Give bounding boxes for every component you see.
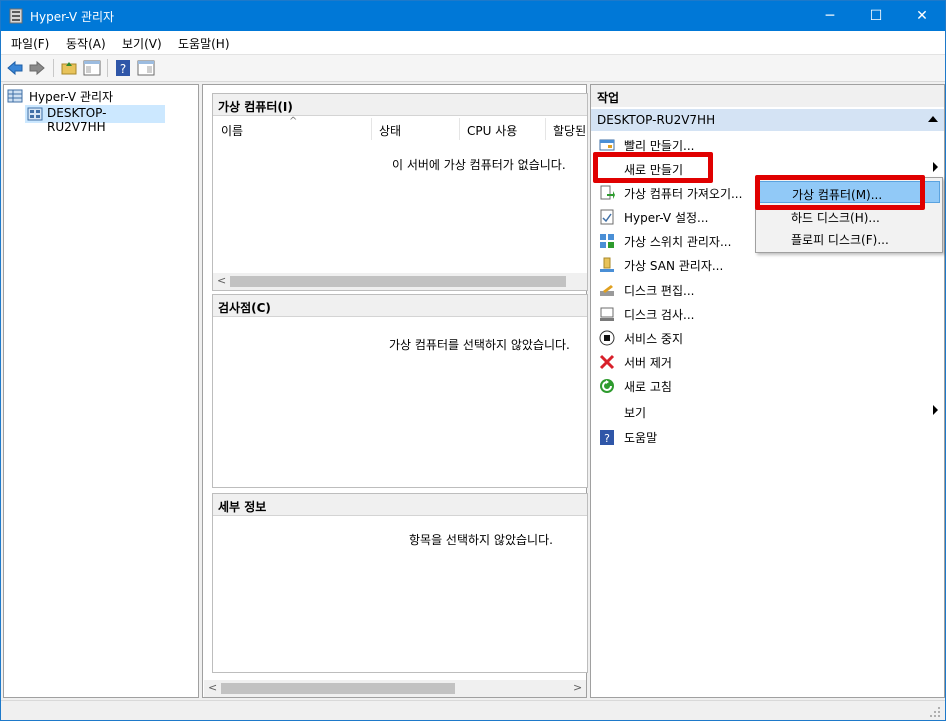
action-label: 가상 스위치 관리자...: [624, 235, 732, 249]
tree-root-item[interactable]: Hyper-V 관리자: [7, 87, 197, 105]
collapse-icon[interactable]: [928, 116, 938, 122]
checkpoints-empty-message: 가상 컴퓨터를 선택하지 않았습니다.: [389, 338, 570, 352]
column-cpu[interactable]: CPU 사용: [467, 118, 517, 140]
san-manager-icon: [600, 257, 614, 272]
switch-manager-icon: [600, 234, 614, 248]
close-button[interactable]: ✕: [899, 1, 945, 31]
action-label: 디스크 검사...: [624, 308, 695, 322]
action-inspect-disk[interactable]: 디스크 검사...: [599, 302, 944, 326]
action-help[interactable]: ? 도움말: [599, 425, 944, 449]
scroll-thumb[interactable]: [230, 276, 566, 287]
action-label: 보기: [624, 406, 647, 420]
action-label: 새로 고침: [624, 380, 672, 394]
up-folder-icon[interactable]: [60, 59, 78, 77]
actions-header: 작업: [591, 85, 944, 107]
hyperv-manager-icon: [7, 89, 23, 103]
checkpoints-section: 검사점(C) 가상 컴퓨터를 선택하지 않았습니다.: [212, 294, 588, 488]
title-bar[interactable]: Hyper-V 관리자 ─ ☐ ✕: [1, 1, 945, 31]
show-hide-tree-icon[interactable]: [83, 59, 101, 77]
toolbar: ?: [1, 54, 945, 82]
tree-server-label: DESKTOP-RU2V7HH: [47, 106, 107, 134]
column-separator: [371, 118, 372, 140]
actions-group-label: DESKTOP-RU2V7HH: [597, 113, 716, 127]
center-pane: 가상 컴퓨터(I) 이름 ^ 상태 CPU 사용 할당된 이 서버에 가상 컴퓨…: [202, 84, 588, 698]
vm-empty-message: 이 서버에 가상 컴퓨터가 없습니다.: [392, 158, 566, 172]
submenu-floppy-disk[interactable]: 플로피 디스크(F)...: [758, 227, 940, 249]
column-memory[interactable]: 할당된: [553, 118, 588, 140]
forward-icon[interactable]: [28, 59, 46, 77]
checkpoints-header: 검사점(C): [213, 295, 587, 317]
action-view[interactable]: 보기: [599, 400, 944, 424]
server-icon: [27, 107, 43, 121]
menu-view[interactable]: 보기(V): [122, 35, 162, 52]
status-bar: [1, 700, 945, 720]
minimize-button[interactable]: ─: [807, 1, 853, 31]
action-label: 가상 SAN 관리자...: [624, 259, 724, 273]
svg-text:?: ?: [120, 62, 126, 76]
actions-group-header[interactable]: DESKTOP-RU2V7HH: [591, 109, 944, 131]
scroll-left-icon[interactable]: <: [217, 274, 226, 287]
action-remove-server[interactable]: 서버 제거: [599, 350, 944, 374]
action-edit-disk[interactable]: 디스크 편집...: [599, 278, 944, 302]
svg-text:?: ?: [604, 432, 610, 445]
menu-file[interactable]: 파일(F): [11, 35, 49, 52]
action-label: 서버 제거: [624, 356, 672, 370]
highlight-virtual-machine-item: [755, 175, 925, 210]
console-tree-pane: Hyper-V 관리자 DESKTOP-RU2V7HH: [3, 84, 199, 698]
column-separator: [545, 118, 546, 140]
toolbar-separator: [107, 59, 108, 77]
submenu-arrow-icon: [933, 162, 938, 172]
column-state[interactable]: 상태: [379, 118, 401, 140]
resize-grip-icon[interactable]: [927, 704, 941, 718]
details-empty-message: 항목을 선택하지 않았습니다.: [409, 533, 553, 547]
window-title: Hyper-V 관리자: [30, 10, 115, 24]
sort-ascending-icon: ^: [289, 116, 298, 127]
virtual-machines-header: 가상 컴퓨터(I): [213, 94, 587, 116]
highlight-new-action: [593, 152, 713, 183]
tree-server-item[interactable]: DESKTOP-RU2V7HH: [25, 105, 165, 134]
details-section: 세부 정보 항목을 선택하지 않았습니다.: [212, 493, 588, 673]
virtual-machines-section: 가상 컴퓨터(I) 이름 ^ 상태 CPU 사용 할당된 이 서버에 가상 컴퓨…: [212, 93, 588, 291]
action-pane-icon[interactable]: [137, 59, 155, 77]
details-header: 세부 정보: [213, 494, 587, 516]
scroll-right-icon[interactable]: >: [573, 681, 582, 694]
help-icon: ?: [600, 430, 614, 445]
action-label: 도움말: [624, 431, 658, 445]
menu-help[interactable]: 도움말(H): [178, 35, 230, 52]
action-label: 서비스 중지: [624, 332, 684, 346]
edit-disk-icon: [600, 285, 614, 296]
submenu-arrow-icon: [933, 405, 938, 415]
scroll-left-icon[interactable]: <: [208, 681, 217, 694]
refresh-icon: [600, 379, 614, 393]
maximize-button[interactable]: ☐: [853, 1, 899, 31]
import-vm-icon: [600, 185, 615, 200]
vm-horizontal-scrollbar[interactable]: <: [213, 273, 587, 290]
action-label: 디스크 편집...: [624, 284, 695, 298]
hyperv-manager-window: Hyper-V 관리자 ─ ☐ ✕ 파일(F) 동작(A) 보기(V) 도움말(…: [0, 0, 946, 721]
menu-bar: 파일(F) 동작(A) 보기(V) 도움말(H): [1, 31, 945, 54]
remove-server-icon: [599, 354, 615, 370]
settings-icon: [600, 209, 614, 225]
quick-create-icon: [599, 139, 615, 151]
action-stop-service[interactable]: 서비스 중지: [599, 326, 944, 350]
inspect-disk-icon: [600, 307, 614, 321]
back-icon[interactable]: [6, 59, 24, 77]
column-name[interactable]: 이름: [221, 118, 243, 140]
help-icon[interactable]: ?: [114, 59, 132, 77]
action-virtual-san-manager[interactable]: 가상 SAN 관리자...: [599, 253, 944, 277]
tree-root-label: Hyper-V 관리자: [29, 90, 114, 104]
action-label: 가상 컴퓨터 가져오기...: [624, 187, 743, 201]
stop-service-icon: [599, 330, 615, 346]
action-label: Hyper-V 설정...: [624, 211, 709, 225]
column-separator: [459, 118, 460, 140]
scroll-thumb[interactable]: [221, 683, 455, 694]
hyperv-app-icon: [9, 8, 23, 24]
center-horizontal-scrollbar[interactable]: < >: [204, 680, 586, 697]
menu-action[interactable]: 동작(A): [66, 35, 106, 52]
action-refresh[interactable]: 새로 고침: [599, 374, 944, 398]
toolbar-separator: [53, 59, 54, 77]
